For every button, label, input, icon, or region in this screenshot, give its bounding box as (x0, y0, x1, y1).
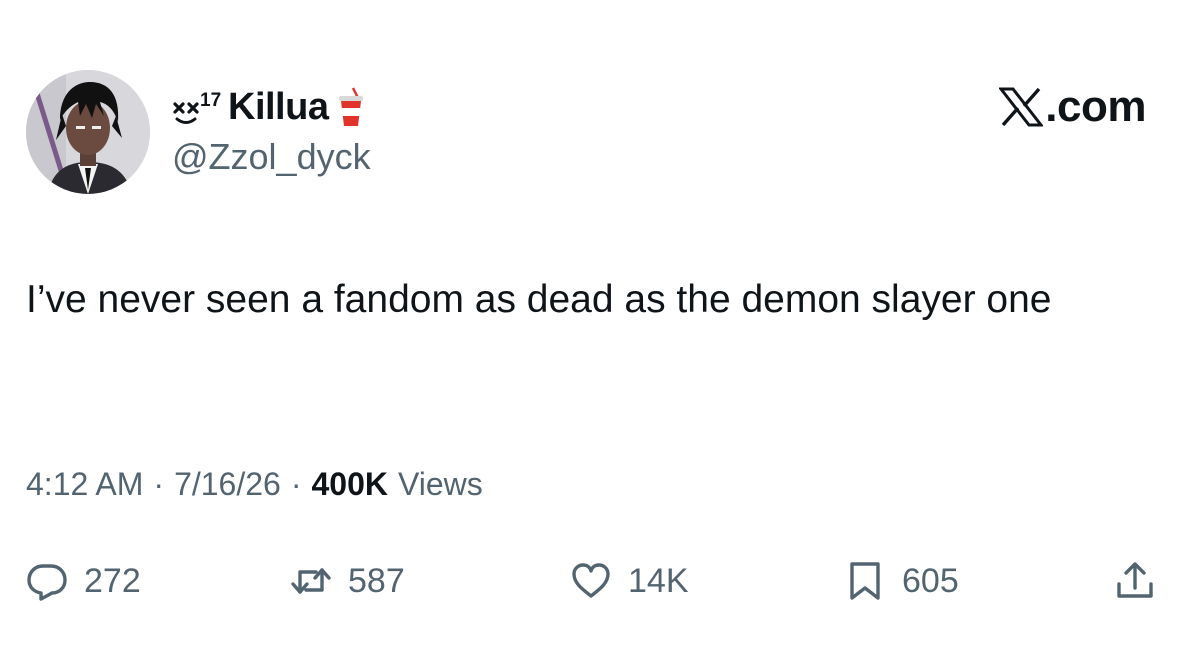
like-count: 14K (628, 561, 689, 600)
share-icon (1117, 562, 1153, 598)
x-logo-icon (999, 87, 1044, 127)
avatar-image (26, 70, 150, 194)
repost-icon (291, 568, 331, 594)
reply-button[interactable]: 272 (26, 556, 141, 606)
brand-domain: .com (1045, 82, 1146, 131)
author-name-row[interactable]: 17 Killua (172, 84, 366, 130)
bookmark-count: 605 (902, 561, 959, 600)
author-display-name: Killua (228, 85, 329, 128)
xx17-emoji-icon: 17 (173, 90, 221, 124)
brand-logo: .com (999, 82, 1146, 131)
views-count[interactable]: 400K (311, 466, 388, 503)
bookmark-icon (850, 562, 880, 600)
heart-icon (572, 563, 610, 598)
like-button[interactable]: 14K (570, 556, 689, 606)
repost-button[interactable]: 587 (290, 556, 405, 606)
views-label: Views (397, 466, 483, 502)
drink-cup-icon (339, 87, 364, 126)
svg-text:17: 17 (200, 90, 221, 111)
reply-icon (27, 564, 67, 601)
tweet-text: I’ve never seen a fandom as dead as the … (26, 278, 1052, 321)
repost-count: 587 (348, 561, 405, 600)
bookmark-button[interactable]: 605 (844, 556, 959, 606)
tweet-meta: 4:12 AM · 7/16/26 · 400K Views (26, 466, 483, 503)
reply-count: 272 (84, 561, 141, 600)
tweet-time[interactable]: 4:12 AM (26, 466, 143, 503)
avatar[interactable] (26, 70, 150, 194)
author-handle[interactable]: @Zzol_dyck (172, 136, 371, 178)
tweet-card: 17 Killua @Zzol_dyck .com I’ve never see… (0, 0, 1200, 650)
meta-separator: · (290, 466, 302, 502)
meta-separator: · (153, 466, 165, 502)
share-button[interactable] (1114, 556, 1156, 606)
action-bar: 272 587 14K 605 (26, 556, 1176, 606)
tweet-date[interactable]: 7/16/26 (174, 466, 281, 503)
